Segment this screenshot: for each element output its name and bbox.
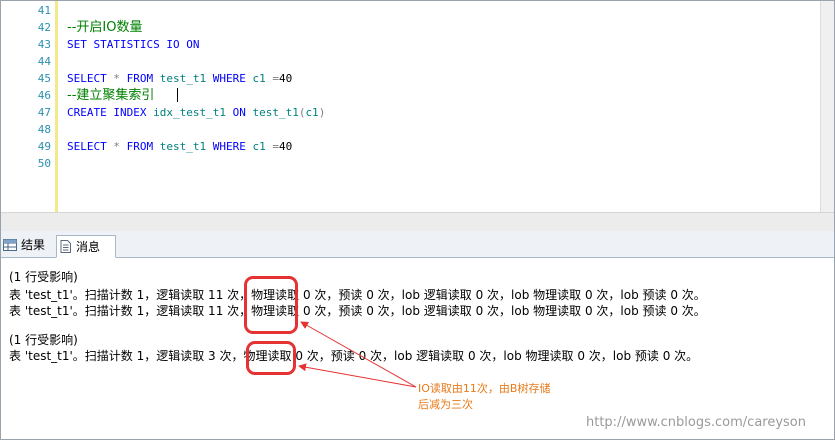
annotation-note: IO读取由11次，由B树存储 后减为三次 (418, 381, 550, 413)
sql-query-window: 41 42 --开启IO数量 43 SET STATISTICS IO ON 44 45 SE… (0, 0, 835, 440)
annotation-arrows (298, 321, 417, 388)
annotation-line: IO读取由11次，由B树存储 (418, 382, 551, 395)
watermark: http://www.cnblogs.com/careyson (586, 415, 806, 430)
annotation-line: 后减为三次 (418, 398, 473, 411)
arrow-to-second-box (298, 363, 417, 388)
arrow-to-first-box (300, 321, 417, 388)
